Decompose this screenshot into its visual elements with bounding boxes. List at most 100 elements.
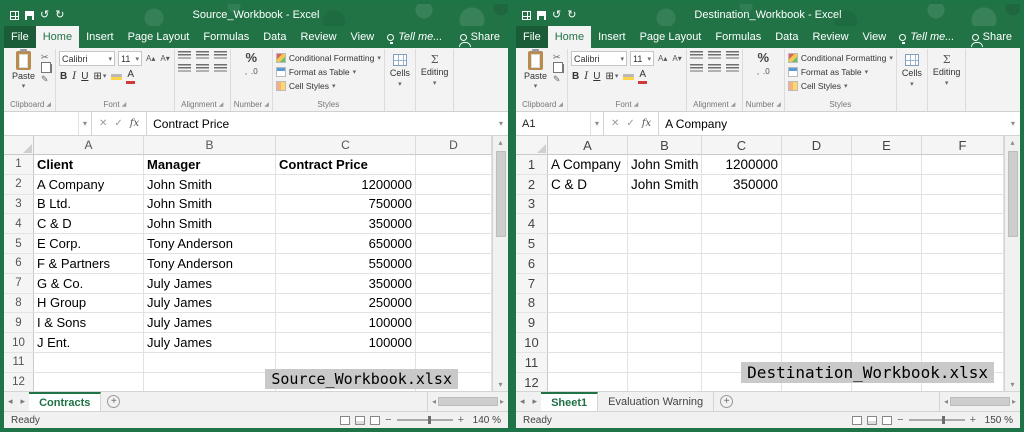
- cell-B8[interactable]: [628, 294, 702, 314]
- page-layout-view-icon[interactable]: [867, 416, 877, 425]
- cell-F3[interactable]: [922, 195, 1004, 215]
- ribbon-tab-data[interactable]: Data: [256, 26, 293, 48]
- cell-C5[interactable]: 650000: [276, 234, 416, 254]
- cell-A4[interactable]: [548, 214, 628, 234]
- cell-D4[interactable]: [416, 214, 492, 234]
- ribbon-tab-file[interactable]: File: [516, 26, 548, 48]
- bold-button[interactable]: B: [571, 71, 580, 83]
- cell-C9[interactable]: [702, 313, 782, 333]
- row-header-9[interactable]: 9: [4, 313, 34, 333]
- cell-B9[interactable]: [628, 313, 702, 333]
- cell-E2[interactable]: [852, 175, 922, 195]
- cell-C7[interactable]: 350000: [276, 274, 416, 294]
- dialog-launcher-icon[interactable]: ◢: [219, 101, 224, 108]
- cell-D5[interactable]: [416, 234, 492, 254]
- font-color-icon[interactable]: A: [126, 69, 135, 84]
- cell-B7[interactable]: [628, 274, 702, 294]
- cell-B6[interactable]: [628, 254, 702, 274]
- ribbon-tab-insert[interactable]: Insert: [591, 26, 633, 48]
- row-header-10[interactable]: 10: [516, 333, 548, 353]
- formula-input[interactable]: Contract Price: [147, 112, 494, 135]
- cell-D9[interactable]: [782, 313, 852, 333]
- cell-C3[interactable]: [702, 195, 782, 215]
- sheet-nav-right-icon[interactable]: ▸: [17, 392, 30, 411]
- cell-F4[interactable]: [922, 214, 1004, 234]
- cell-F5[interactable]: [922, 234, 1004, 254]
- formula-bar-expand-icon[interactable]: ▾: [1006, 112, 1020, 135]
- cut-icon[interactable]: ✂: [41, 53, 52, 62]
- dialog-launcher-icon[interactable]: ◢: [634, 101, 639, 108]
- align-bottom-icon[interactable]: [214, 51, 227, 60]
- cell-E3[interactable]: [852, 195, 922, 215]
- row-header-6[interactable]: 6: [516, 254, 548, 274]
- align-middle-icon[interactable]: [196, 51, 209, 60]
- row-header-3[interactable]: 3: [516, 195, 548, 215]
- dialog-launcher-icon[interactable]: ◢: [264, 101, 269, 108]
- ribbon-tab-file[interactable]: File: [4, 26, 36, 48]
- ribbon-tab-home[interactable]: Home: [36, 26, 79, 48]
- font-color-icon[interactable]: A: [638, 69, 647, 84]
- page-break-view-icon[interactable]: [882, 416, 892, 425]
- cut-icon[interactable]: ✂: [553, 53, 564, 62]
- row-header-9[interactable]: 9: [516, 313, 548, 333]
- cell-E7[interactable]: [852, 274, 922, 294]
- col-header-C[interactable]: C: [276, 136, 416, 155]
- cell-D6[interactable]: [782, 254, 852, 274]
- save-icon[interactable]: [25, 11, 34, 20]
- normal-view-icon[interactable]: [340, 416, 350, 425]
- cell-B1[interactable]: John Smith: [628, 155, 702, 175]
- sheet-nav-left-icon[interactable]: ◂: [516, 392, 529, 411]
- cell-B11[interactable]: [628, 353, 702, 373]
- cell-B2[interactable]: John Smith: [628, 175, 702, 195]
- paste-button[interactable]: Paste ▾: [521, 51, 550, 90]
- cell-B4[interactable]: John Smith: [144, 214, 276, 234]
- ribbon-tab-home[interactable]: Home: [548, 26, 591, 48]
- cell-D4[interactable]: [782, 214, 852, 234]
- tell-me-box[interactable]: Tell me...: [893, 26, 960, 48]
- comma-style-icon[interactable]: ,: [245, 67, 247, 76]
- cell-C1[interactable]: Contract Price: [276, 155, 416, 175]
- tell-me-box[interactable]: Tell me...: [381, 26, 448, 48]
- row-header-4[interactable]: 4: [516, 214, 548, 234]
- decimal-icon[interactable]: .0: [251, 67, 258, 76]
- dialog-launcher-icon[interactable]: ◢: [558, 101, 563, 108]
- cell-A3[interactable]: B Ltd.: [34, 195, 144, 215]
- align-right-icon[interactable]: [214, 64, 227, 73]
- scroll-up-icon[interactable]: ▴: [1010, 136, 1014, 149]
- cell-C6[interactable]: 550000: [276, 254, 416, 274]
- col-header-C[interactable]: C: [702, 136, 782, 155]
- undo-icon[interactable]: ↺: [552, 10, 561, 21]
- cell-D8[interactable]: [782, 294, 852, 314]
- cell-C8[interactable]: [702, 294, 782, 314]
- format-as-table-button[interactable]: Format as Table▾: [788, 65, 893, 78]
- row-header-5[interactable]: 5: [4, 234, 34, 254]
- row-header-6[interactable]: 6: [4, 254, 34, 274]
- bold-button[interactable]: B: [59, 71, 68, 83]
- cell-D6[interactable]: [416, 254, 492, 274]
- cell-A8[interactable]: H Group: [34, 294, 144, 314]
- scroll-down-icon[interactable]: ▾: [498, 378, 502, 391]
- cell-A6[interactable]: [548, 254, 628, 274]
- cell-B8[interactable]: July James: [144, 294, 276, 314]
- ribbon-tab-page-layout[interactable]: Page Layout: [633, 26, 709, 48]
- horizontal-scroll-thumb[interactable]: [950, 397, 1010, 406]
- scroll-up-icon[interactable]: ▴: [498, 136, 502, 149]
- cell-F9[interactable]: [922, 313, 1004, 333]
- col-header-F[interactable]: F: [922, 136, 1004, 155]
- cells-button[interactable]: Cells ▾: [900, 51, 924, 88]
- cell-D1[interactable]: [782, 155, 852, 175]
- insert-function-icon[interactable]: fx: [642, 118, 651, 129]
- row-header-4[interactable]: 4: [4, 214, 34, 234]
- cell-C10[interactable]: [702, 333, 782, 353]
- ribbon-tab-view[interactable]: View: [856, 26, 894, 48]
- page-layout-view-icon[interactable]: [355, 416, 365, 425]
- cell-E8[interactable]: [852, 294, 922, 314]
- cell-styles-button[interactable]: Cell Styles▾: [788, 79, 893, 92]
- cell-C6[interactable]: [702, 254, 782, 274]
- zoom-in-icon[interactable]: +: [458, 415, 464, 426]
- zoom-in-icon[interactable]: +: [970, 415, 976, 426]
- cell-B10[interactable]: [628, 333, 702, 353]
- cell-C5[interactable]: [702, 234, 782, 254]
- cell-B6[interactable]: Tony Anderson: [144, 254, 276, 274]
- cell-B2[interactable]: John Smith: [144, 175, 276, 195]
